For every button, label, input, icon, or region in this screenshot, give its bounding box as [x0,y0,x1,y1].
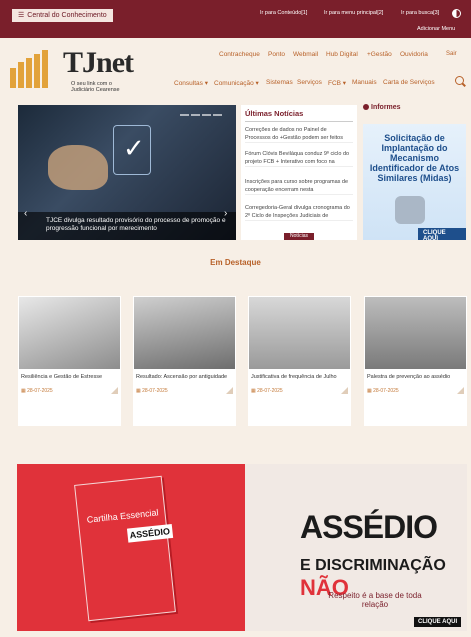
banner-tagline: Respeito é a base de toda relação [328,591,422,609]
skip-to-menu-link[interactable]: Ir para menu principal[2] [324,10,383,16]
logo-icon[interactable] [10,50,55,88]
card-date: ▦ 28-07-2025 [136,388,168,394]
latest-news-title: Últimas Notícias [245,109,304,118]
skip-to-search-link[interactable]: Ir para busca[3] [401,10,439,16]
nav-comunicacao[interactable]: Comunicação ▾ [214,79,259,87]
carousel-next-icon[interactable]: › [224,208,227,219]
logo-subtitle: O seu link com o Judiciário Cearense [71,81,120,93]
news-item[interactable]: Inscrições para curso sobre programas de… [245,179,353,195]
hero-image [48,145,108,190]
featured-card[interactable]: Palestra de prevenção ao assédio ▦ 28-07… [364,296,467,426]
logout-link[interactable]: Sair [446,51,457,57]
banner-cta-button[interactable]: CLIQUE AQUI [414,617,462,627]
nav-consultas[interactable]: Consultas ▾ [174,79,208,87]
card-image [134,297,235,369]
nav-hub-digital[interactable]: Hub Digital [326,51,358,58]
robot-icon [395,196,425,224]
hero-caption[interactable]: TJCE divulga resultado provisório do pro… [18,212,236,240]
nav-fcb[interactable]: FCB ▾ [328,79,346,87]
harassment-campaign-banner[interactable]: Cartilha Essencial ASSÉDIO ASSÉDIO E DIS… [17,464,467,631]
featured-card[interactable]: Resultado: Ascensão por antiguidade ▦ 28… [133,296,236,426]
carousel-indicators[interactable] [180,114,222,116]
midas-cta-button[interactable]: CLIQUE AQUI [418,228,466,240]
menu-icon: ☰ [18,12,25,19]
midas-banner[interactable]: Solicitação de Implantação do Mecanismo … [363,124,466,240]
carousel-prev-icon[interactable]: ‹ [24,208,27,219]
news-item[interactable]: Fórum Clóvis Beviláqua conduz 9º ciclo d… [245,151,353,167]
nav-carta-servicos[interactable]: Carta de Serviços [383,79,435,86]
card-image [19,297,120,369]
card-date: ▦ 28-07-2025 [21,388,53,394]
logo-title[interactable]: TJnet [63,46,134,80]
banner-headline: ASSÉDIO [300,509,438,545]
featured-card[interactable]: Justificativa de frequência de Julho ▦ 2… [248,296,351,426]
nav-ponto[interactable]: Ponto [268,51,285,58]
nav-webmail[interactable]: Webmail [293,51,318,58]
card-image [249,297,350,369]
skip-to-content-link[interactable]: Ir para Conteúdo[1] [260,10,307,16]
check-icon: ✓ [123,133,145,163]
news-item[interactable]: Correções de dados no Painel de Processo… [245,127,353,143]
search-icon[interactable] [455,76,464,85]
news-tab[interactable]: Notícias [284,233,314,240]
latest-news-panel: Últimas Notícias Correções de dados no P… [241,105,357,240]
booklet-cover: Cartilha Essencial ASSÉDIO [74,475,176,622]
informes-header: Informes [363,104,401,111]
nav-servicos[interactable]: Serviços [297,79,322,86]
news-item[interactable]: Corregedoria-Geral divulga cronograma do… [245,205,353,221]
nav-gestao[interactable]: +Gestão [367,51,392,58]
knowledge-center-button[interactable]: ☰ Central do Conhecimento [12,9,113,22]
card-date: ▦ 28-07-2025 [367,388,399,394]
nav-contracheque[interactable]: Contracheque [219,51,260,58]
hero-carousel[interactable]: ✓ TJCE divulga resultado provisório do p… [18,105,236,240]
nav-ouvidoria[interactable]: Ouvidoria [400,51,428,58]
card-image [365,297,466,369]
nav-sistemas[interactable]: Sistemas [266,79,293,86]
add-menu-link[interactable]: Adicionar Menu [417,26,455,32]
nav-manuais[interactable]: Manuais [352,79,377,86]
featured-title: Em Destaque [210,258,261,267]
contrast-icon[interactable] [452,9,461,18]
card-date: ▦ 28-07-2025 [251,388,283,394]
featured-card[interactable]: Resiliência e Gestão de Estresse ▦ 28-07… [18,296,121,426]
info-icon [363,104,369,111]
